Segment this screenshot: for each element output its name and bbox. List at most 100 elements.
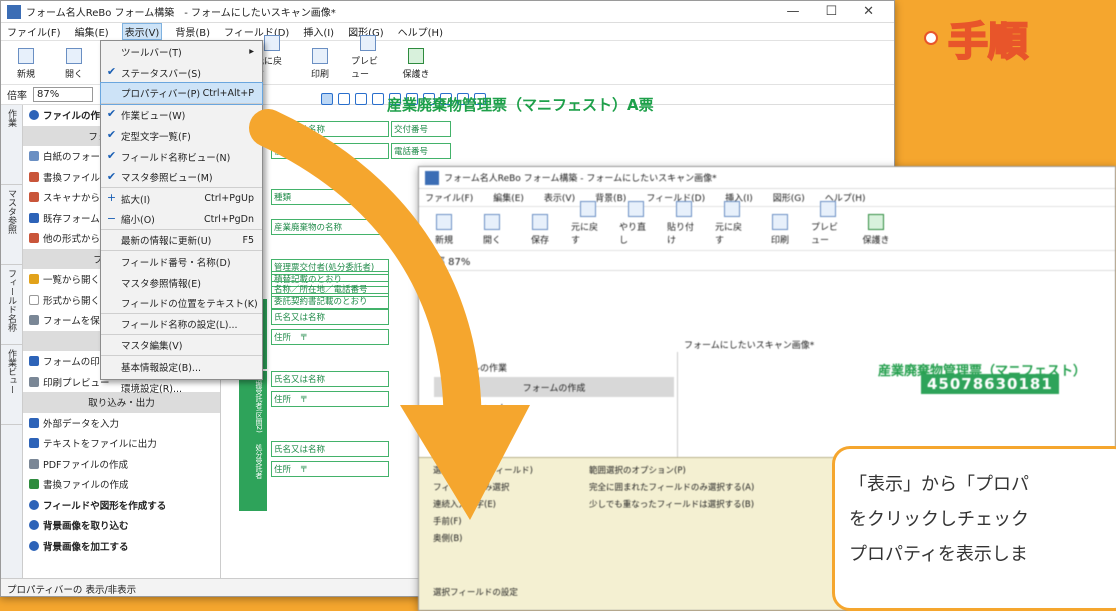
view-menu-item[interactable]: マスタ参照情報(E) [101, 272, 262, 293]
menu-5[interactable]: 挿入(I) [303, 24, 334, 39]
view-menu-item[interactable]: + 拡大(I) Ctrl+PgUp [101, 188, 262, 209]
second-toolbar-button-8[interactable]: プレビュー [811, 201, 845, 246]
second-menu-1[interactable]: 編集(E) [493, 191, 524, 204]
view-menu-item[interactable]: ✔ 定型文字一覧(F) [101, 125, 262, 146]
second-toolbar-button-6[interactable]: 元に戻す [715, 201, 749, 246]
toolbar-button-0[interactable]: 新規 [9, 48, 43, 80]
second-toolbar-button-5[interactable]: 貼り付け [667, 201, 701, 246]
toolbar-icon [868, 214, 884, 230]
second-menu-6[interactable]: 図形(G) [773, 191, 805, 204]
toolbar-button-3[interactable]: 印刷 [303, 48, 337, 80]
bullet-dot-icon [924, 31, 938, 45]
second-panel-row[interactable]: 白紙のフォーム [434, 397, 674, 417]
second-doc-tab[interactable]: フォームにしたいスキャン画像* [684, 338, 814, 351]
vertical-tab-2[interactable]: フィールド名称 [1, 265, 22, 345]
callout-line: 「表示」から「プロパ [849, 474, 1029, 495]
task-panel-row[interactable]: 外部データを入力 [23, 413, 220, 434]
view-menu-item[interactable]: マスタ編集(V) [101, 335, 262, 356]
form-field: 電話番号 [391, 143, 451, 159]
view-menu-item[interactable]: 環境設定(R)... [101, 377, 262, 398]
view-menu-item[interactable]: ✔ フィールド名称ビュー(N) [101, 146, 262, 167]
view-menu-item[interactable]: フィールドの位置をテキスト(K) [101, 293, 262, 314]
zoom-label: 倍率 [7, 91, 27, 102]
view-menu-label: 環境設定(R)... [121, 383, 183, 395]
view-menu-item[interactable]: ✔ マスタ参照ビュー(M) [101, 167, 262, 188]
maximize-icon[interactable]: ☐ [825, 4, 837, 19]
view-menu-item[interactable]: ✔ 作業ビュー(W) [101, 104, 262, 125]
property-group-label: 範囲選択のオプション(P) [589, 466, 686, 476]
toolbar-label: 元に戻す [715, 223, 743, 246]
view-menu-check-icon: ✔ [106, 128, 117, 141]
menu-7[interactable]: ヘルプ(H) [398, 24, 443, 39]
close-icon[interactable]: ✕ [863, 4, 874, 19]
field-tool-icon[interactable] [338, 93, 350, 105]
second-toolbar-button-9[interactable]: 保護き [859, 214, 893, 246]
second-panel-row[interactable]: スキャナから [434, 437, 674, 457]
vertical-tab-1[interactable]: マスタ参照 [1, 185, 22, 265]
task-panel-row[interactable]: 背景画像を加工する [23, 536, 220, 557]
view-menu-item[interactable]: 基本情報設定(B)... [101, 356, 262, 377]
second-menu-0[interactable]: ファイル(F) [425, 191, 473, 204]
menu-0[interactable]: ファイル(F) [7, 24, 61, 39]
view-menu-item[interactable]: ✔ ステータスバー(S) [101, 62, 262, 83]
minimize-icon[interactable]: — [786, 4, 799, 19]
view-menu-item[interactable]: フィールド名称の設定(L)... [101, 314, 262, 335]
table-tool-icon[interactable] [355, 93, 367, 105]
view-menu-item[interactable]: 最新の情報に更新(U) F5 [101, 230, 262, 251]
second-toolbar: 新規 開く 保存 元に戻す やり直し 貼り付け 元に戻す 印刷 プレビュー 保護き [419, 201, 1115, 251]
property-checkbox[interactable]: 連続入力文字(E) [433, 498, 533, 515]
second-panel-row[interactable]: ファイルの作業 [434, 357, 674, 377]
task-panel-label: 背景画像を取り込む [43, 521, 129, 533]
second-toolbar-button-0[interactable]: 新規 [427, 214, 461, 246]
task-panel-row[interactable]: 背景画像を取り込む [23, 515, 220, 536]
property-checkbox[interactable]: フィールドのみ選択 [433, 481, 533, 498]
task-panel-row[interactable]: PDFファイルの作成 [23, 454, 220, 475]
toolbar-button-5[interactable]: 保護き [399, 48, 433, 80]
zoom-input[interactable]: 87% [33, 87, 93, 102]
menu-1[interactable]: 編集(E) [75, 24, 109, 39]
view-menu-check-icon [105, 275, 118, 288]
second-toolbar-button-4[interactable]: やり直し [619, 201, 653, 246]
task-panel-row[interactable]: 書換ファイルの作成 [23, 474, 220, 495]
task-item-icon [29, 192, 39, 203]
second-toolbar-button-7[interactable]: 印刷 [763, 214, 797, 246]
menu-3[interactable]: 背景(B) [175, 24, 210, 39]
toolbar-label: プレビュー [811, 223, 839, 246]
task-item-icon [29, 376, 39, 387]
view-menu-item[interactable]: ツールバー(T) ▸ [101, 41, 262, 62]
second-toolbar-button-3[interactable]: 元に戻す [571, 201, 605, 246]
property-checkbox[interactable]: 手前(F) [433, 515, 533, 532]
view-menu-item[interactable]: プロパティバー(P) Ctrl+Alt+P [100, 82, 263, 105]
toolbar-button-4[interactable]: プレビュー [351, 35, 385, 80]
toolbar-label: 印刷 [310, 70, 329, 80]
toolbar-icon [312, 48, 328, 64]
toolbar-icon [772, 214, 788, 230]
vertical-tab-0[interactable]: 作業 [1, 105, 22, 185]
view-menu-shortcut: ▸ [249, 46, 254, 57]
task-panel-row[interactable]: フィールドや図形を作成する [23, 495, 220, 516]
property-checkbox[interactable]: 奥側(B) [433, 532, 533, 549]
form-title: 産業廃棄物管理票（マニフェスト）A票 [387, 96, 654, 114]
task-item-icon [29, 458, 39, 469]
pointer-tool-icon[interactable] [321, 93, 333, 105]
second-toolbar-button-2[interactable]: 保存 [523, 214, 557, 246]
view-menu-item[interactable]: フィールド番号・名称(D) [101, 251, 262, 272]
menu-2[interactable]: 表示(V) [121, 23, 163, 40]
property-radio[interactable]: 完全に囲まれたフィールドのみ選択する(A) [589, 481, 754, 498]
toolbar-button-1[interactable]: 開く [57, 48, 91, 80]
second-panel-row[interactable]: 書換ファイル [434, 417, 674, 437]
callout-line: プロパティを表示しま [849, 544, 1028, 565]
property-radio[interactable]: 少しでも重なったフィールドは選択する(B) [589, 498, 754, 515]
vertical-tab-3[interactable]: 作業ビュー [1, 345, 22, 425]
task-panel-row[interactable]: テキストをファイルに出力 [23, 433, 220, 454]
second-toolbar-button-1[interactable]: 開く [475, 214, 509, 246]
main-window-title: フォーム名人ReBo フォーム構築 - フォームにしたいスキャン画像* [26, 8, 336, 19]
form-field: 住所 〒 [271, 329, 389, 345]
view-menu-item[interactable]: − 縮小(O) Ctrl+PgDn [101, 209, 262, 230]
toolbar-label: 保存 [530, 236, 549, 246]
second-title-bar: フォーム名人ReBo フォーム構築 - フォームにしたいスキャン画像* [419, 167, 1115, 189]
task-item-icon [29, 356, 39, 367]
line-tool-icon[interactable] [372, 93, 384, 105]
form-field: 氏名又は名称 [271, 441, 389, 457]
task-panel-label: 他の形式から [43, 234, 101, 246]
